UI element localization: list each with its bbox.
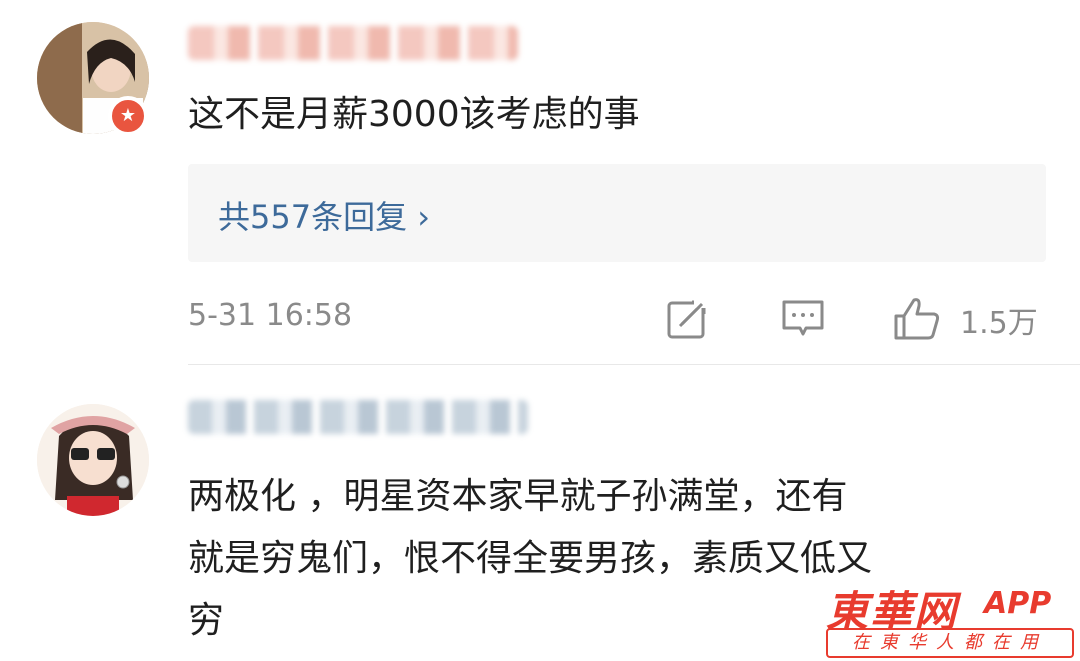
brand-watermark: 東華网 APP 在東华人都在用 <box>826 578 1076 660</box>
verified-star-icon: ★ <box>108 96 148 136</box>
thumb-up-icon[interactable] <box>892 296 942 342</box>
comment-timestamp: 5-31 16:58 <box>188 298 353 333</box>
comment-text: 这不是月薪3000该考虑的事 <box>188 94 640 135</box>
replies-box[interactable]: 共557条回复 › <box>188 164 1046 262</box>
watermark-app: APP <box>984 586 1052 621</box>
comment-item: ★ 这不是月薪3000该考虑的事 共557条回复 › 5-31 16:58 1.… <box>0 0 1080 366</box>
username-blurred[interactable] <box>188 26 518 60</box>
like-count: 1.5万 <box>960 306 1038 341</box>
watermark-tagline: 在東华人都在用 <box>826 628 1074 658</box>
view-replies-link[interactable]: 共557条回复 › <box>218 192 430 238</box>
username-blurred[interactable] <box>188 400 528 434</box>
share-icon[interactable] <box>664 296 710 342</box>
divider <box>188 364 1080 365</box>
avatar[interactable] <box>37 404 149 516</box>
comment-icon[interactable] <box>780 296 826 342</box>
